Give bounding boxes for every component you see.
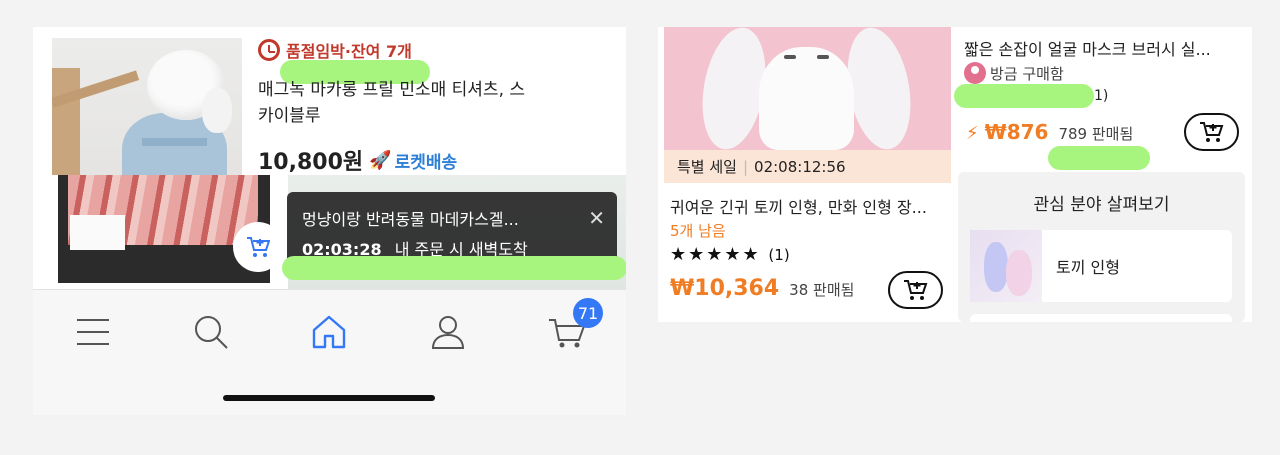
search-icon[interactable] xyxy=(189,310,233,354)
right-app-screen: 특별 세일 | 02:08:12:56 귀여운 긴귀 토끼 인형, 만화 인형 … xyxy=(658,27,1252,322)
rocket-delivery-badge: 🚀 로켓배송 xyxy=(369,148,457,173)
stars-icon: ★★★★★ xyxy=(670,244,761,265)
add-to-cart-button[interactable] xyxy=(888,271,943,309)
interest-section: 관심 분야 살펴보기 토끼 인형 xyxy=(958,172,1245,322)
left-app-screen: 품절임박·잔여 7개 매그녹 마카롱 프릴 민소매 티셔츠, 스카이블루 10,… xyxy=(33,27,626,415)
sale-label: 특별 세일 xyxy=(677,158,737,176)
alarm-clock-icon xyxy=(258,39,280,61)
star-rating: ★★★★★ (1) xyxy=(670,244,790,265)
interest-item-image xyxy=(970,230,1042,302)
rocket-icon: 🚀 xyxy=(369,149,392,171)
menu-icon[interactable] xyxy=(71,310,115,354)
product-price: ₩10,364 xyxy=(670,276,780,301)
rating-count-fragment: 1) xyxy=(1094,88,1109,104)
highlight-mark xyxy=(282,256,626,280)
toast-title: 멍냥이랑 반려동물 마데카스겔... xyxy=(302,210,519,229)
profile-icon[interactable] xyxy=(426,310,470,354)
home-icon[interactable] xyxy=(307,310,351,354)
cart-plus-icon xyxy=(247,237,270,257)
delivery-label: 로켓배송 xyxy=(394,152,458,173)
highlight-mark xyxy=(954,84,1094,108)
product-price: 10,800원 xyxy=(258,150,364,175)
interest-title: 관심 분야 살펴보기 xyxy=(1033,195,1170,215)
cart-count-badge: 71 xyxy=(573,298,603,328)
bottom-nav: 71 xyxy=(33,289,626,415)
product-image-meat[interactable] xyxy=(58,175,270,283)
product-title[interactable]: 매그녹 마카롱 프릴 민소매 티셔츠, 스카이블루 xyxy=(258,77,538,129)
rating-count: (1) xyxy=(768,246,790,264)
price-row: ₩10,364 38 판매됨 xyxy=(670,276,854,301)
stock-remaining: 5개 남음 xyxy=(670,222,726,240)
close-icon[interactable]: ✕ xyxy=(588,206,605,230)
special-sale-bar: 특별 세일 | 02:08:12:56 xyxy=(664,150,951,183)
interest-item-next[interactable] xyxy=(970,314,1232,322)
product-image-bunny[interactable] xyxy=(664,27,951,150)
product-title[interactable]: 귀여운 긴귀 토끼 인형, 만화 인형 장... xyxy=(670,194,950,218)
recent-buyer: 방금 구매함 xyxy=(964,62,1064,84)
interest-item-bunny[interactable]: 토끼 인형 xyxy=(970,230,1232,302)
highlight-mark xyxy=(1048,146,1150,170)
add-to-cart-button[interactable] xyxy=(233,222,270,272)
buyer-text: 방금 구매함 xyxy=(990,64,1064,83)
add-to-cart-button[interactable] xyxy=(1184,113,1239,151)
interest-item-label: 토끼 인형 xyxy=(1056,258,1120,277)
sold-count: 38 판매됨 xyxy=(789,281,855,299)
cart-plus-icon xyxy=(1199,122,1223,142)
home-indicator xyxy=(223,395,435,401)
product-price: ₩876 xyxy=(984,120,1049,144)
price-row: 10,800원 🚀 로켓배송 xyxy=(258,144,457,176)
sold-count: 789 판매됨 xyxy=(1058,125,1134,143)
price-row: ⚡ ₩876 789 판매됨 xyxy=(966,120,1133,144)
low-stock-alert: 품절임박·잔여 7개 xyxy=(258,38,412,62)
avatar xyxy=(964,62,986,84)
sale-timer: 02:08:12:56 xyxy=(754,157,846,176)
cart-plus-icon xyxy=(903,280,927,300)
lightning-icon: ⚡ xyxy=(966,123,979,144)
low-stock-text: 품절임박·잔여 7개 xyxy=(286,42,412,61)
product-title[interactable]: 짧은 손잡이 얼굴 마스크 브러시 실... xyxy=(964,36,1211,60)
